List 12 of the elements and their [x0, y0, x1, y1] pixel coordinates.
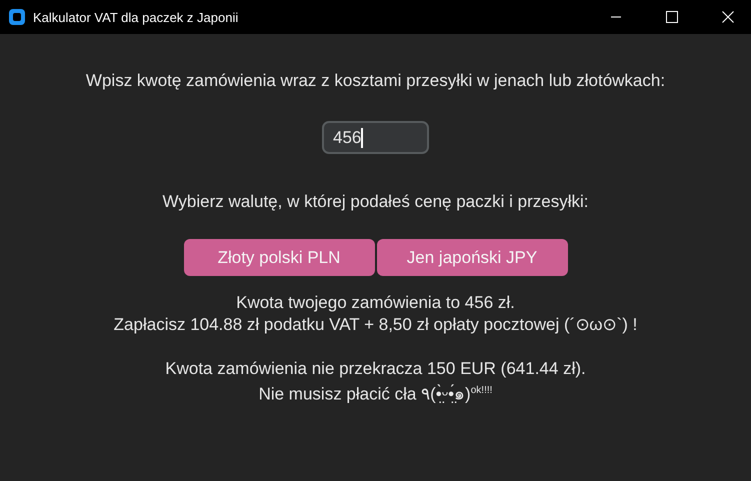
amount-prompt: Wpisz kwotę zamówienia wraz z kosztami przesyłki w jenach lub złotówkach: — [86, 70, 666, 92]
currency-button[interactable]: Jen japoński JPY — [376, 239, 568, 276]
duty-line: Kwota zamówienia nie przekracza 150 EUR (641.44 zł). — [165, 358, 586, 380]
maximize-icon[interactable] — [666, 11, 678, 23]
result-line: Kwota twojego zamówienia to 456 zł. — [236, 292, 515, 314]
app-icon — [9, 9, 25, 25]
window-title: Kalkulator VAT dla paczek z Japonii — [33, 10, 240, 24]
currency-button[interactable]: Złoty polski PLN — [184, 239, 374, 276]
amount-field[interactable]: 456 — [322, 121, 429, 154]
close-icon[interactable] — [722, 11, 734, 23]
currency-prompt: Wybierz walutę, w której podałeś cenę paczki i przesyłki: — [162, 191, 588, 213]
result-line: Zapłacisz 104.88 zł podatku VAT + 8,50 zł opłaty pocztowej (´⊙ω⊙`) ! — [114, 314, 638, 336]
